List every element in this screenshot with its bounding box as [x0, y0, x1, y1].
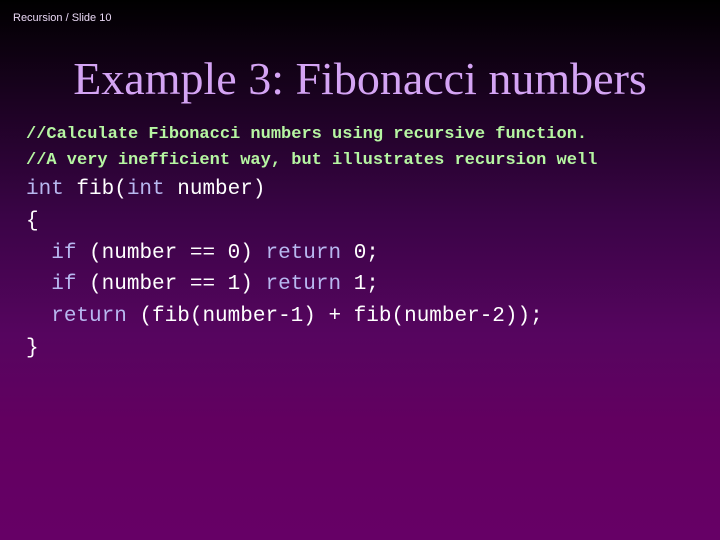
keyword: return: [51, 305, 127, 329]
slide-title: Example 3: Fibonacci numbers: [73, 53, 647, 104]
keyword: return: [265, 273, 342, 297]
keyword: int: [26, 178, 64, 201]
code-text: (number == 0): [76, 241, 266, 265]
keyword: if: [51, 273, 77, 297]
slide-header: Recursion / Slide 10: [13, 12, 112, 24]
code-text: fib(: [63, 178, 127, 201]
code-comments: //Calculate Fibonacci numbers using recu…: [26, 122, 597, 174]
code-line-recursive-return: return (fib(number-1) + fib(number-2));: [26, 301, 543, 333]
comment-line: //Calculate Fibonacci numbers using recu…: [26, 125, 588, 144]
keyword: if: [51, 241, 77, 265]
code-block: int fib(int number) { if (number == 0) re…: [26, 174, 543, 365]
code-line-signature: int fib(int number): [26, 174, 543, 206]
keyword: return: [265, 241, 342, 265]
code-line-open-brace: {: [26, 209, 39, 233]
comment-line: //A very inefficient way, but illustrate…: [26, 151, 598, 170]
keyword: int: [126, 178, 165, 201]
code-line-close-brace: }: [26, 336, 39, 360]
code-text: number): [164, 178, 266, 201]
code-line-base-case-0: if (number == 0) return 0;: [26, 238, 543, 270]
code-line-base-case-1: if (number == 1) return 1;: [26, 269, 543, 301]
code-text: 0;: [341, 241, 379, 265]
code-text: (number == 1): [76, 273, 266, 297]
code-text: (fib(number-1) + fib(number-2));: [126, 305, 543, 329]
code-text: 1;: [341, 273, 379, 297]
